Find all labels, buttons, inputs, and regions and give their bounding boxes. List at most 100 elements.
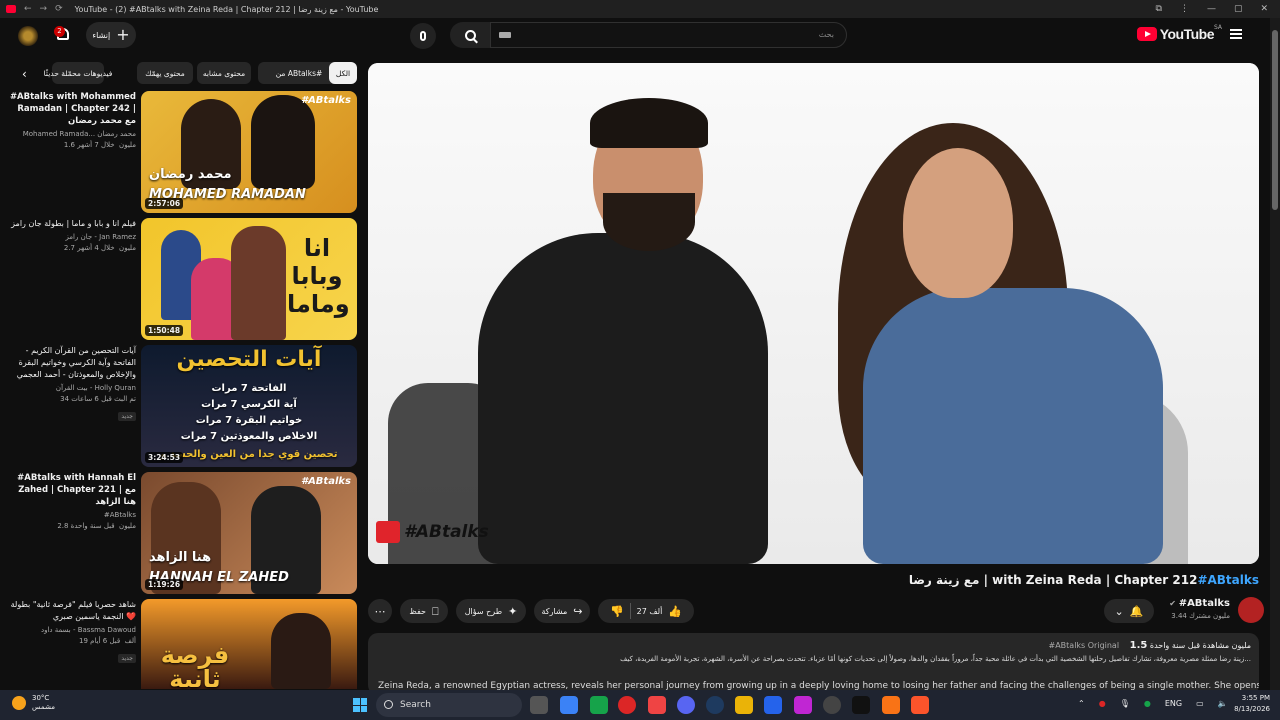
channel-name[interactable]: #ABtalks [8,511,136,519]
scrollbar-thumb[interactable] [1272,30,1278,210]
xbox-app-icon[interactable] [590,696,608,714]
related-video[interactable]: فرصة ثانية شاهد حصريا فيلم "فرصة ثانية" … [0,599,360,689]
video-title[interactable]: آيات التحصين من القرآن الكريم - الفاتحة … [8,345,136,381]
account-avatar[interactable] [18,26,38,46]
windows-start-icon[interactable] [353,698,367,712]
youtube-favicon-icon [6,5,16,13]
keyboard-icon[interactable] [499,32,511,38]
share-icon: ↪ [573,604,583,618]
video-title[interactable]: شاهد حصريا فيلم "فرصة ثانية" بطولة النجم… [8,599,136,623]
youtube-app-icon[interactable] [648,696,666,714]
video-thumbnail[interactable]: فرصة ثانية [141,599,357,689]
taskbar-search[interactable]: Search [376,693,522,717]
hamburger-menu-icon[interactable] [1230,29,1242,39]
network-icon[interactable]: ▭ [1196,699,1204,708]
extensions-icon[interactable]: ⧉ [1156,4,1162,14]
voice-search-button[interactable] [410,23,436,49]
ask-button[interactable]: طرح سؤال ✦ [456,599,526,623]
channel-name[interactable]: ✔ #ABtalks [1169,598,1230,609]
channel-name[interactable]: بسمة داود - Bassma Dawoud [8,626,136,634]
tiktok-icon[interactable] [852,696,870,714]
channel-name[interactable]: جان رامز - Jan Ramez [8,233,136,241]
page-scrollbar[interactable] [1270,18,1280,690]
chrome-icon[interactable] [618,696,636,714]
chevron-up-icon[interactable]: ⌃ [1078,699,1085,708]
video-thumbnail[interactable]: #ABtalks محمد رمضان MOHAMED RAMADAN 2:57… [141,91,357,213]
chip-all[interactable]: الكل [329,62,357,84]
task-view-icon[interactable] [530,696,548,714]
search-button[interactable] [450,22,490,48]
browser-nav-arrows-icon[interactable]: ←→⟳ [24,4,71,14]
maximize-button[interactable]: ▢ [1234,4,1243,14]
video-meta: #ABtalks with Mohammed Ramadan | Chapter… [8,91,136,149]
steam-icon[interactable] [706,696,724,714]
window-controls: ⧉ ⋮ — ▢ ✕ [1156,0,1280,18]
file-explorer-icon[interactable] [735,696,753,714]
share-button[interactable]: مشاركة ↪ [534,599,590,623]
chip-related[interactable]: محتوى مشابه [197,62,251,84]
instagram-icon[interactable] [794,696,812,714]
plus-icon: + [116,25,130,44]
related-video[interactable]: #ABtalks محمد رمضان MOHAMED RAMADAN 2:57… [0,91,360,213]
thumb-line: الفاتحة 7 مرات [211,383,287,394]
video-thumbnail[interactable]: آيات التحصين الفاتحة 7 مرات آية الكرسي 7… [141,345,357,467]
duration-badge: 1:50:48 [145,325,184,336]
video-title-hashtag[interactable]: #ABtalks [1197,573,1259,587]
windows-taskbar: 30°C مشمس Search ⌃ ● 🎙 ● ENG ▭ 🔈 3:55 PM… [0,690,1280,720]
channel-name[interactable]: Mohamed Ramada... محمد رمضان [8,130,136,138]
sparkle-icon: ✦ [508,604,518,618]
soundcloud-icon[interactable] [882,696,900,714]
video-thumbnail[interactable]: انا وبابا وماما 1:50:48 [141,218,357,340]
search-input[interactable]: بحث [490,22,847,48]
clock[interactable]: 3:55 PM 8/13/2026 [1234,693,1270,715]
channel-name[interactable]: بيت القرآن - Holly Quran [8,384,136,392]
chevron-left-icon[interactable]: ‹ [22,67,27,81]
minimize-button[interactable]: — [1207,4,1216,14]
close-button[interactable]: ✕ [1260,4,1268,14]
thumb-brand: #ABtalks [301,95,351,106]
related-video[interactable]: انا وبابا وماما 1:50:48 فيلم انا و بابا … [0,218,360,340]
search-placeholder: بحث [818,30,834,39]
video-thumbnail[interactable]: #ABtalks هنا الزاهد HANNAH EL ZAHED 1:19… [141,472,357,594]
more-menu-icon[interactable]: ⋮ [1180,4,1189,14]
chip-for-you[interactable]: محتوى يهمّك [137,62,193,84]
save-button[interactable]: حفظ ⎕ [400,599,448,623]
discord-icon[interactable] [677,696,695,714]
video-meta: آيات التحصين من القرآن الكريم - الفاتحة … [8,345,136,422]
tray-app-icon[interactable]: ● [1144,699,1151,708]
channel-avatar[interactable] [1238,597,1264,623]
channel-name-text: #ABtalks [1178,598,1230,609]
description-tag[interactable]: #ABtalks Original [1048,641,1119,650]
related-video[interactable]: آيات التحصين الفاتحة 7 مرات آية الكرسي 7… [0,345,360,467]
related-video[interactable]: #ABtalks هنا الزاهد HANNAH EL ZAHED 1:19… [0,472,360,594]
volume-icon[interactable]: 🔈 [1218,699,1228,708]
more-actions-button[interactable]: ⋯ [368,599,392,623]
share-label: مشاركة [541,606,568,616]
language-indicator[interactable]: ENG [1165,699,1182,708]
video-meta: شاهد حصريا فيلم "فرصة ثانية" بطولة النجم… [8,599,136,664]
microphone-icon[interactable]: 🎙 [1120,699,1130,708]
description-box[interactable]: #ABtalks Original مليون مشاهدة قبل سنة و… [368,633,1259,695]
chip-recent-uploads[interactable]: فيديوهات محمّلة حديثًا [44,62,112,84]
sun-icon [12,696,26,710]
files-app-icon[interactable] [560,696,578,714]
video-player[interactable]: #ABtalks [368,63,1259,564]
video-title[interactable]: #ABtalks with Hannah El Zahed | Chapter … [8,472,136,508]
watermark-logo-icon [376,521,400,543]
video-title[interactable]: #ABtalks with Mohammed Ramadan | Chapter… [8,91,136,127]
youtube-logo[interactable]: YouTube SA [1136,24,1222,42]
chip-from-channel[interactable]: من ABtalks# [258,62,340,84]
notifications-button[interactable]: 2 [54,26,74,46]
tray-app-icon[interactable]: ● [1099,699,1106,708]
video-title[interactable]: فيلم انا و بابا و ماما | بطولة جان رامز [8,218,136,230]
subscribe-button[interactable]: ⌄ 🔔 [1104,599,1154,623]
create-button[interactable]: إنشاء + [86,22,136,48]
app-icon[interactable] [764,696,782,714]
weather-widget[interactable]: 30°C مشمس [12,694,55,712]
brave-icon[interactable] [911,696,929,714]
video-watermark: #ABtalks [376,521,489,543]
bookmark-icon: ⎕ [431,604,439,618]
like-icon[interactable]: 👍 [668,606,682,617]
obs-icon[interactable] [823,696,841,714]
dislike-icon[interactable]: 👎 [610,606,624,617]
